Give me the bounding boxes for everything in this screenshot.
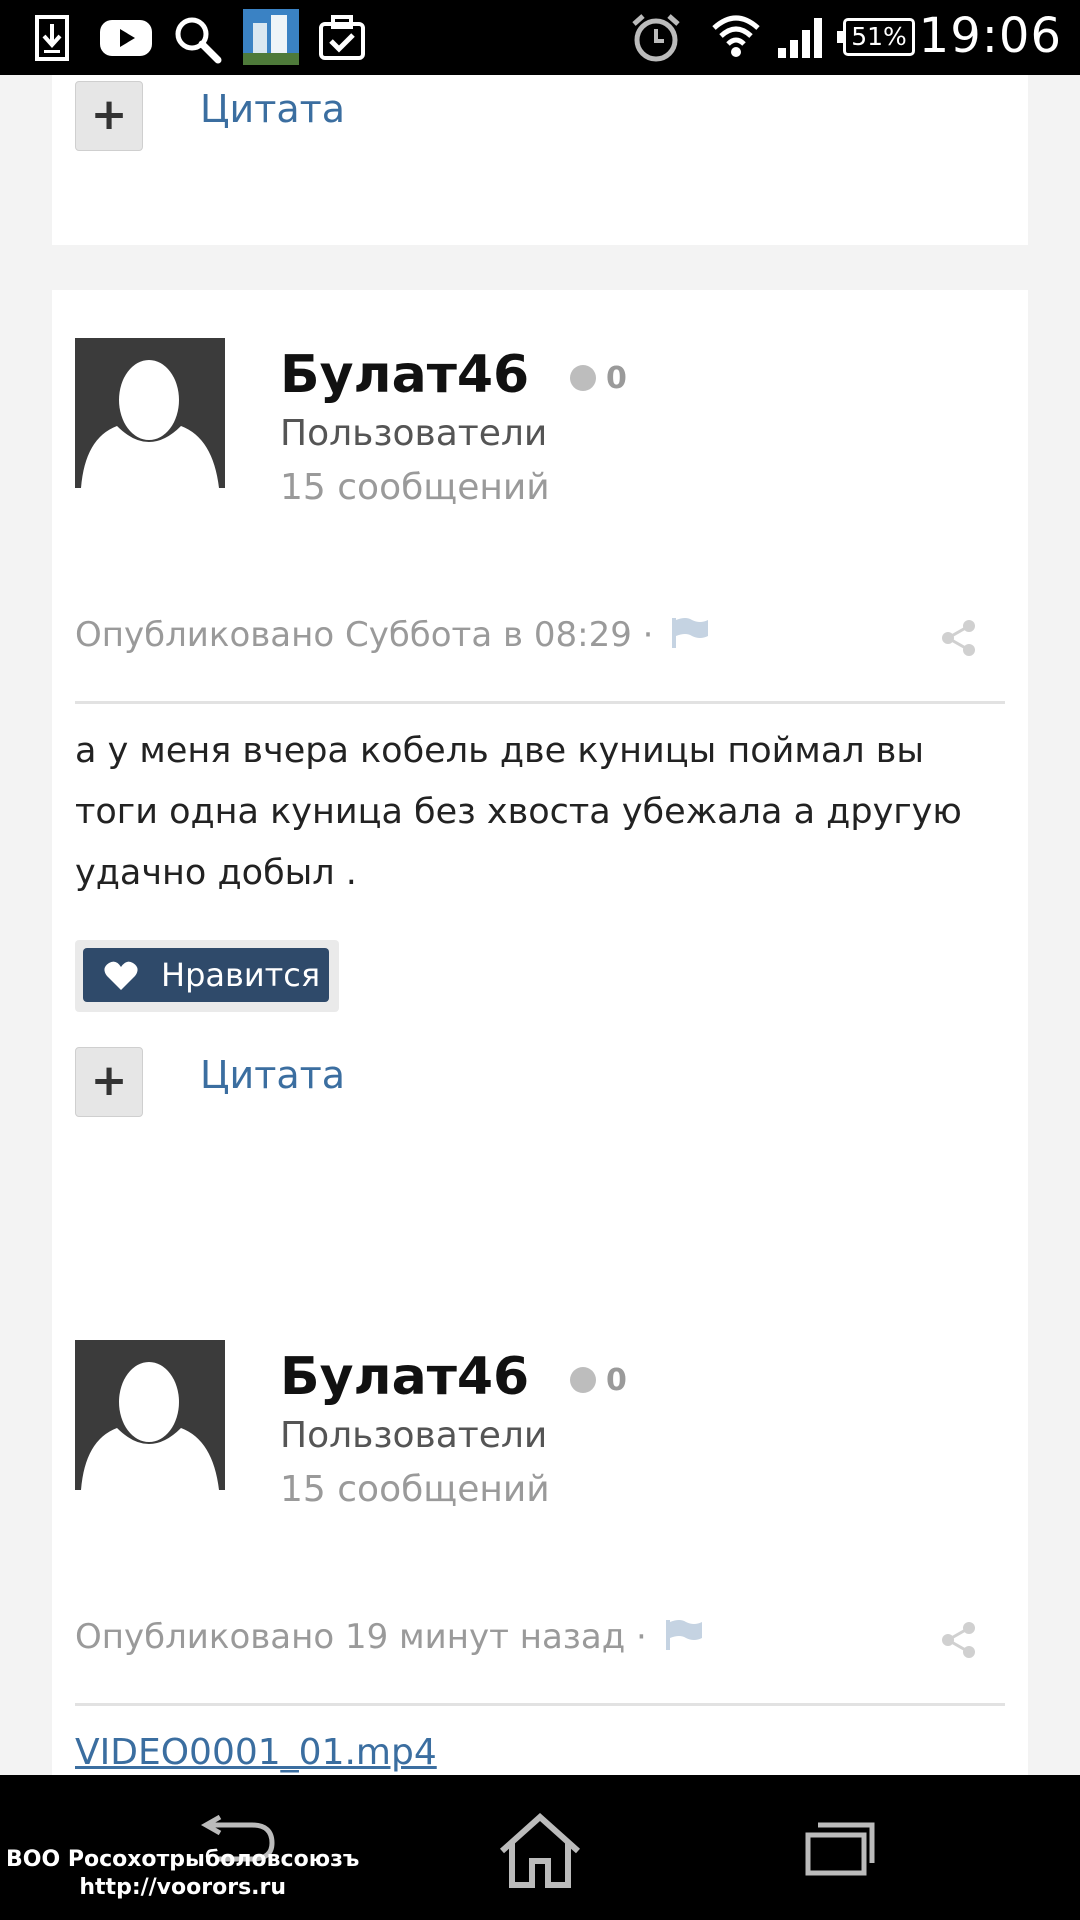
battery-level: 51% — [851, 22, 907, 51]
avatar[interactable] — [75, 338, 225, 488]
divider — [75, 701, 1005, 704]
like-button[interactable]: Нравится — [83, 948, 329, 1002]
post-card: Булат46 0 Пользователи 15 сообщений Опуб… — [52, 1292, 1028, 1775]
reputation-badge: 0 — [570, 1363, 627, 1398]
heart-icon — [104, 961, 138, 990]
post-content: а у меня вчера кобель две куницы поймал … — [75, 731, 962, 893]
download-icon — [35, 15, 69, 61]
post-date: Опубликовано Суббота в 08:29 · — [75, 615, 710, 655]
reaction-area: Нравится — [75, 940, 339, 1012]
clock: 19:06 — [918, 8, 1062, 64]
post-card: Булат46 0 Пользователи 15 сообщений Опуб… — [52, 290, 1028, 1298]
quote-link[interactable]: Цитата — [200, 1053, 345, 1097]
status-bar: 51% 19:06 — [0, 0, 1080, 75]
search-icon — [175, 17, 222, 64]
user-group: Пользователи — [280, 1415, 548, 1456]
youtube-icon — [100, 20, 152, 56]
divider — [75, 1703, 1005, 1706]
flag-icon[interactable] — [670, 616, 710, 650]
status-dot-icon — [570, 1367, 596, 1393]
forum-page[interactable]: + Цитата Булат46 0 Пользователи 15 сообщ… — [0, 75, 1080, 1775]
reputation-value: 0 — [606, 1363, 627, 1398]
user-silhouette-icon — [81, 360, 219, 488]
navigation-bar: ВОО Росохотрыболовсоюзъ http://voorors.r… — [0, 1775, 1080, 1920]
signal-icon — [778, 18, 822, 58]
home-icon[interactable] — [498, 1813, 582, 1889]
user-silhouette-icon — [81, 1362, 219, 1490]
quote-link[interactable]: Цитата — [200, 87, 345, 131]
published-text[interactable]: Опубликовано Суббота в 08:29 · — [75, 615, 653, 655]
flag-icon[interactable] — [664, 1618, 704, 1652]
watermark-line1: ВОО Росохотрыболовсоюзъ — [6, 1847, 360, 1872]
post-date: Опубликовано 19 минут назад · — [75, 1617, 704, 1657]
reputation-badge: 0 — [570, 361, 627, 396]
multiquote-button[interactable]: + — [75, 81, 143, 151]
watermark: ВОО Росохотрыболовсоюзъ http://voorors.r… — [6, 1846, 359, 1902]
post-count: 15 сообщений — [280, 467, 550, 508]
status-dot-icon — [570, 365, 596, 391]
published-text[interactable]: Опубликовано 19 минут назад · — [75, 1617, 647, 1657]
reputation-value: 0 — [606, 361, 627, 396]
app-thumbnail-icon — [243, 9, 299, 65]
share-icon[interactable] — [940, 619, 978, 657]
avatar[interactable] — [75, 1340, 225, 1490]
multiquote-button[interactable]: + — [75, 1047, 143, 1117]
alarm-icon — [632, 14, 680, 62]
user-group: Пользователи — [280, 413, 548, 454]
wifi-icon — [712, 15, 760, 57]
like-label: Нравится — [161, 956, 321, 994]
post-count: 15 сообщений — [280, 1469, 550, 1510]
post-card: + Цитата — [52, 75, 1028, 245]
clipboard-check-icon — [319, 15, 365, 60]
username[interactable]: Булат46 — [280, 1347, 529, 1407]
attachment-link[interactable]: VIDEO0001_01.mp4 — [75, 1732, 437, 1773]
watermark-line2: http://voorors.ru — [79, 1875, 287, 1900]
battery-icon: 51% — [837, 18, 915, 56]
share-icon[interactable] — [940, 1621, 978, 1659]
recent-apps-icon[interactable] — [804, 1821, 876, 1877]
username[interactable]: Булат46 — [280, 345, 529, 405]
